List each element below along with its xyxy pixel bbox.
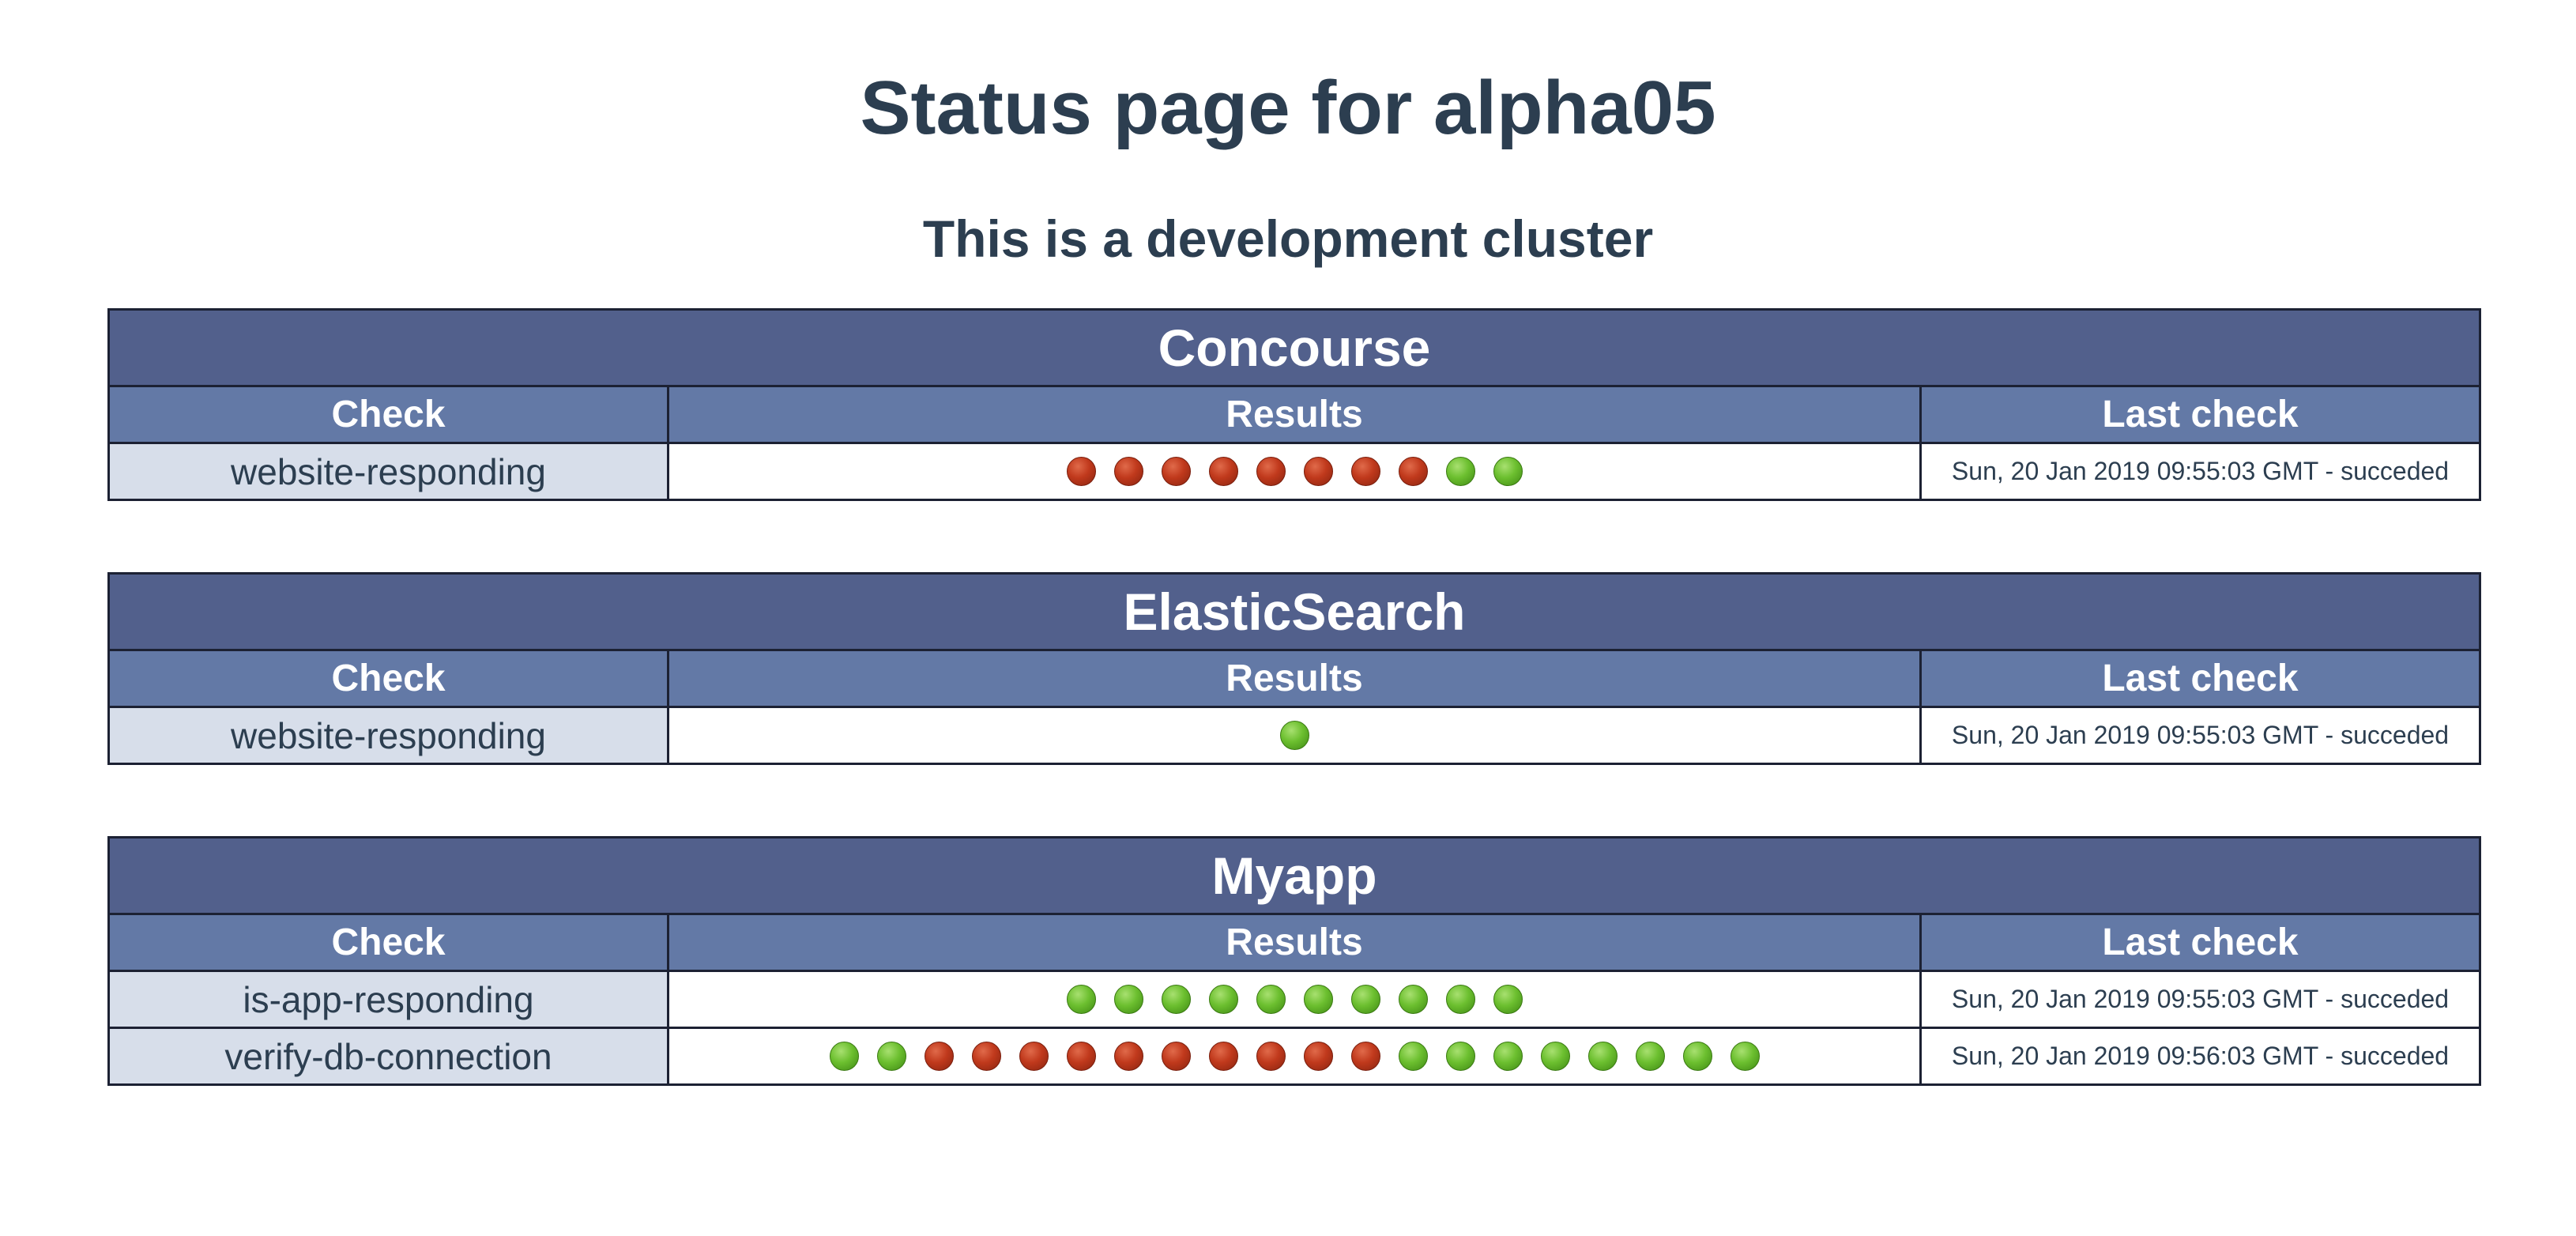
success-status-icon	[1066, 985, 1096, 1014]
failure-status-icon	[1256, 457, 1286, 486]
success-status-icon	[1493, 457, 1523, 486]
result-dots	[1279, 721, 1309, 750]
success-status-icon	[1445, 1042, 1475, 1071]
failure-status-icon	[1066, 1042, 1096, 1071]
success-status-icon	[1493, 985, 1523, 1014]
check-name: website-responding	[110, 708, 669, 763]
success-status-icon	[1161, 985, 1191, 1014]
success-status-icon	[1493, 1042, 1523, 1071]
column-header-check: Check	[110, 651, 669, 706]
results-cell	[669, 1029, 1922, 1083]
column-header-results: Results	[669, 651, 1922, 706]
table-row: website-responding Sun, 20 Jan 2019 09:5…	[110, 708, 2479, 763]
table-header-row: Check Results Last check	[110, 387, 2479, 444]
column-header-last-check: Last check	[2102, 394, 2299, 435]
failure-status-icon	[1113, 1042, 1143, 1071]
results-cell	[669, 972, 1922, 1027]
failure-status-icon	[924, 1042, 954, 1071]
success-status-icon	[1730, 1042, 1760, 1071]
success-status-icon	[1303, 985, 1333, 1014]
column-header-check: Check	[110, 387, 669, 442]
failure-status-icon	[1208, 457, 1238, 486]
success-status-icon	[876, 1042, 906, 1071]
failure-status-icon	[1113, 457, 1143, 486]
check-name: website-responding	[110, 444, 669, 499]
success-status-icon	[1682, 1042, 1712, 1071]
result-dots	[1066, 457, 1523, 486]
success-status-icon	[1587, 1042, 1618, 1071]
success-status-icon	[1256, 985, 1286, 1014]
failure-status-icon	[1303, 1042, 1333, 1071]
success-status-icon	[1635, 1042, 1665, 1071]
success-status-icon	[829, 1042, 859, 1071]
status-table-concourse: Concourse Check Results Last check websi…	[107, 308, 2481, 501]
result-dots	[1066, 985, 1523, 1014]
success-status-icon	[1540, 1042, 1570, 1071]
table-row: verify-db-connection Sun, 20 Jan 2019 09…	[110, 1029, 2479, 1083]
table-row: is-app-responding Sun, 20 Jan 2019 09:55…	[110, 972, 2479, 1029]
failure-status-icon	[1398, 457, 1428, 486]
success-status-icon	[1208, 985, 1238, 1014]
failure-status-icon	[1350, 457, 1380, 486]
failure-status-icon	[1350, 1042, 1380, 1071]
check-name: verify-db-connection	[110, 1029, 669, 1083]
failure-status-icon	[1256, 1042, 1286, 1071]
status-page: Status page for alpha05 This is a develo…	[0, 0, 2576, 1236]
column-header-results: Results	[669, 387, 1922, 442]
column-header-last-check: Last check	[2102, 658, 2299, 699]
failure-status-icon	[1161, 1042, 1191, 1071]
success-status-icon	[1445, 457, 1475, 486]
failure-status-icon	[1019, 1042, 1049, 1071]
success-status-icon	[1113, 985, 1143, 1014]
table-header-row: Check Results Last check	[110, 651, 2479, 708]
status-table-elasticsearch: ElasticSearch Check Results Last check w…	[107, 572, 2481, 765]
success-status-icon	[1398, 985, 1428, 1014]
section-title: ElasticSearch	[110, 575, 2479, 651]
failure-status-icon	[1161, 457, 1191, 486]
success-status-icon	[1279, 721, 1309, 750]
last-check-value: Sun, 20 Jan 2019 09:55:03 GMT - succeded	[1922, 708, 2479, 763]
column-header-results: Results	[669, 915, 1922, 970]
page-title: Status page for alpha05	[860, 66, 1716, 150]
failure-status-icon	[971, 1042, 1001, 1071]
failure-status-icon	[1066, 457, 1096, 486]
table-header-row: Check Results Last check	[110, 915, 2479, 972]
failure-status-icon	[1208, 1042, 1238, 1071]
last-check-value: Sun, 20 Jan 2019 09:56:03 GMT - succeded	[1922, 1029, 2479, 1083]
results-cell	[669, 444, 1922, 499]
success-status-icon	[1445, 985, 1475, 1014]
success-status-icon	[1398, 1042, 1428, 1071]
status-table-myapp: Myapp Check Results Last check is-app-re…	[107, 836, 2481, 1086]
column-header-check: Check	[110, 915, 669, 970]
success-status-icon	[1350, 985, 1380, 1014]
last-check-value: Sun, 20 Jan 2019 09:55:03 GMT - succeded	[1922, 972, 2479, 1027]
result-dots	[829, 1042, 1760, 1071]
column-header-last-check: Last check	[2102, 921, 2299, 963]
sections-container: Concourse Check Results Last check websi…	[0, 308, 2576, 1086]
page-subtitle: This is a development cluster	[922, 209, 1654, 268]
section-title: Concourse	[110, 311, 2479, 387]
failure-status-icon	[1303, 457, 1333, 486]
check-name: is-app-responding	[110, 972, 669, 1027]
results-cell	[669, 708, 1922, 763]
last-check-value: Sun, 20 Jan 2019 09:55:03 GMT - succeded	[1922, 444, 2479, 499]
section-title: Myapp	[110, 838, 2479, 915]
table-row: website-responding Sun, 20 Jan 2019 09:5…	[110, 444, 2479, 499]
